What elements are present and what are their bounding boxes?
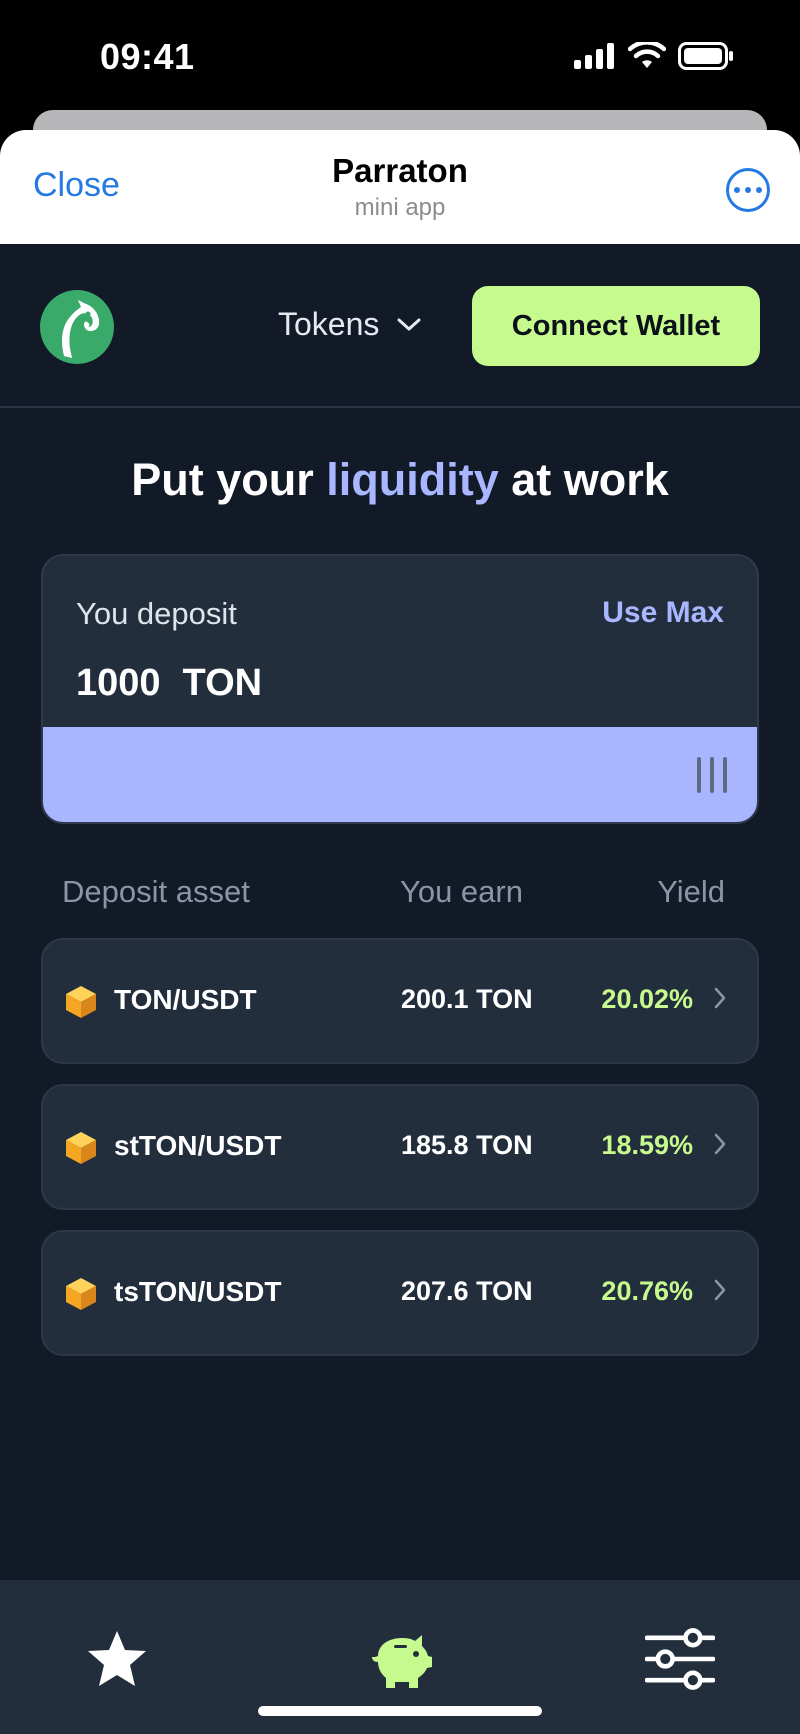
sliders-icon [645, 1628, 715, 1690]
grip-line [723, 757, 727, 793]
cube-icon [66, 986, 96, 1018]
amount-slider[interactable] [43, 727, 757, 822]
tab-favorites[interactable] [82, 1624, 152, 1694]
tokens-label: Tokens [278, 306, 380, 342]
mini-app-title: Parraton [332, 152, 468, 189]
connect-wallet-button[interactable]: Connect Wallet [472, 286, 760, 366]
slider-handle[interactable] [697, 757, 727, 793]
deposit-amount-value: 1000 [76, 662, 161, 704]
cube-icon [66, 1132, 96, 1164]
deposit-card: You deposit Use Max 1000 TON [41, 554, 759, 824]
pool-pair: stTON/USDT [114, 1130, 282, 1161]
app-container: Tokens Connect Wallet Put your liquidity… [0, 244, 800, 1734]
ellipsis-dot [734, 187, 740, 193]
chevron-right-icon [714, 1133, 726, 1155]
pool-row-tston-usdt[interactable]: tsTON/USDT 207.6 TON 20.76% [41, 1230, 759, 1356]
grip-line [697, 757, 701, 793]
star-icon [88, 1631, 146, 1686]
use-max-button[interactable]: Use Max [602, 596, 724, 630]
pool-earn: 185.8 TON [401, 1130, 533, 1160]
ellipsis-dot [745, 187, 751, 193]
tab-deposit[interactable] [366, 1624, 436, 1694]
pool-yield: 18.59% [601, 1130, 693, 1160]
headline-prefix: Put your [131, 454, 327, 505]
pools-table-header: Deposit asset You earn Yield [0, 874, 800, 914]
mini-app-header: Close Parraton mini app [0, 130, 800, 244]
ellipsis-dot [756, 187, 762, 193]
parrot-logo-icon[interactable] [40, 290, 114, 364]
deposit-currency: TON [182, 662, 263, 704]
pool-earn: 200.1 TON [401, 984, 533, 1014]
pool-row-ton-usdt[interactable]: TON/USDT 200.1 TON 20.02% [41, 938, 759, 1064]
pool-earn: 207.6 TON [401, 1276, 533, 1306]
chevron-right-icon [714, 1279, 726, 1301]
tab-settings[interactable] [645, 1624, 715, 1694]
pool-row-stton-usdt[interactable]: stTON/USDT 185.8 TON 18.59% [41, 1084, 759, 1210]
deposit-label: You deposit [76, 596, 237, 631]
mini-app-subtitle: mini app [354, 194, 446, 221]
chevron-right-icon [714, 987, 726, 1009]
tokens-dropdown[interactable]: Tokens [278, 306, 421, 343]
chevron-down-icon [397, 318, 421, 330]
piggy-bank-icon [372, 1635, 432, 1688]
battery-icon [678, 42, 733, 70]
headline-accent: liquidity [326, 454, 499, 505]
cube-icon [66, 1278, 96, 1310]
pool-yield: 20.02% [601, 984, 693, 1014]
status-bar: 09:41 [0, 0, 800, 110]
cellular-signal-icon [574, 43, 614, 69]
status-time: 09:41 [100, 36, 195, 77]
grip-line [710, 757, 714, 793]
status-icons [574, 42, 734, 70]
headline-suffix: at work [498, 454, 669, 505]
home-indicator [258, 1706, 542, 1716]
more-options-button[interactable] [726, 168, 770, 212]
pool-pair: tsTON/USDT [114, 1276, 282, 1307]
top-nav: Tokens Connect Wallet [0, 244, 800, 408]
header-you-earn: You earn [400, 874, 523, 909]
deposit-amount-input[interactable]: 1000 TON [76, 662, 262, 705]
header-yield: Yield [657, 874, 725, 909]
page-headline: Put your liquidity at work [0, 454, 800, 506]
pool-yield: 20.76% [601, 1276, 693, 1306]
header-deposit-asset: Deposit asset [62, 874, 250, 909]
pools-list: TON/USDT 200.1 TON 20.02% stTON/USDT 185… [41, 938, 759, 1376]
wifi-icon [628, 42, 666, 68]
pool-pair: TON/USDT [114, 984, 257, 1015]
